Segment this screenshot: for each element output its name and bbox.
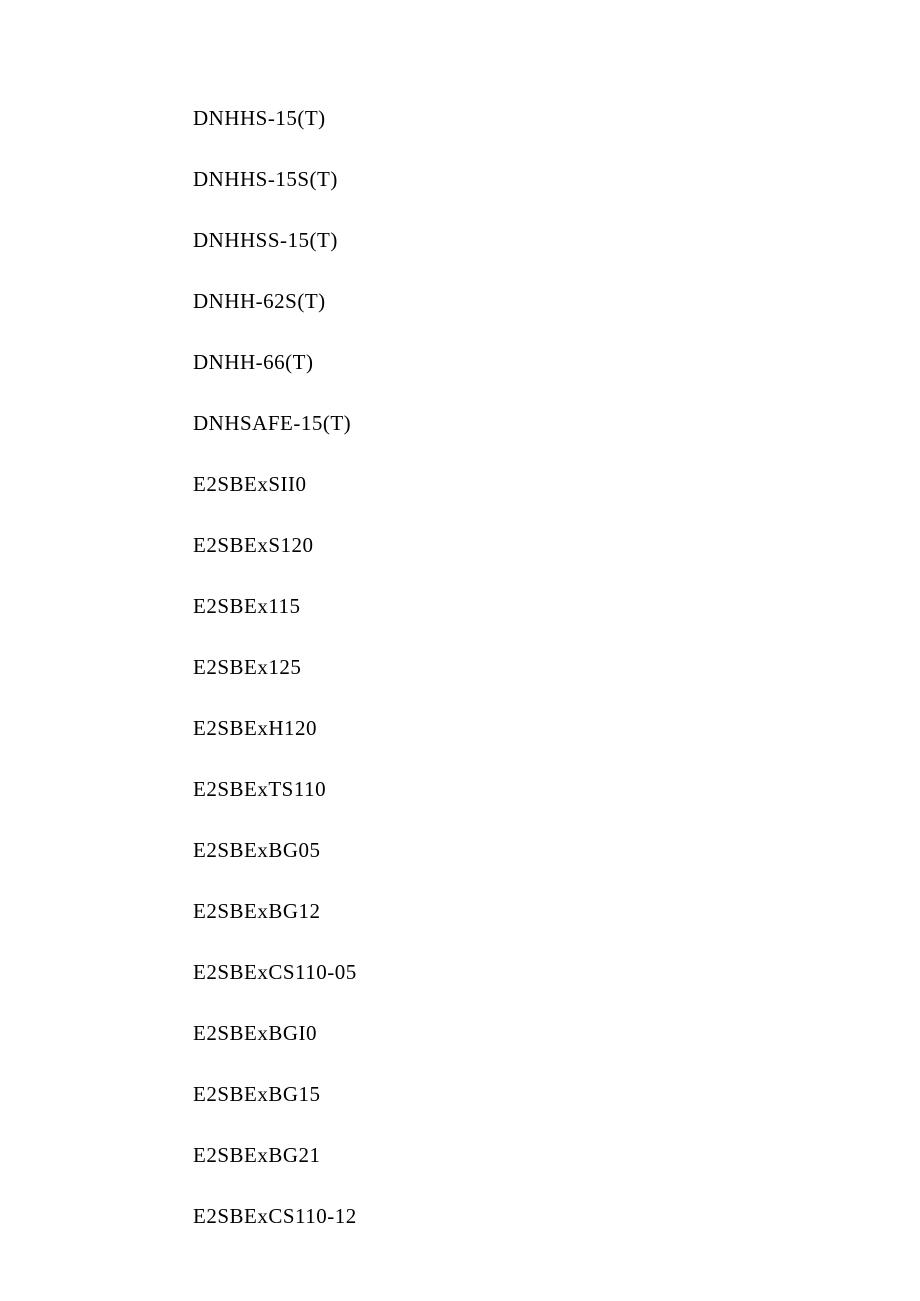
list-item: E2SBExBGI0 <box>193 1023 920 1044</box>
product-list: DNHHS-15(T) DNHHS-15S(T) DNHHSS-15(T) DN… <box>0 0 920 1227</box>
list-item: E2SBExBG05 <box>193 840 920 861</box>
list-item: E2SBExH120 <box>193 718 920 739</box>
list-item: E2SBExTS110 <box>193 779 920 800</box>
list-item: E2SBExSII0 <box>193 474 920 495</box>
list-item: DNHHS-15S(T) <box>193 169 920 190</box>
list-item: DNHH-66(T) <box>193 352 920 373</box>
list-item: DNHHS-15(T) <box>193 108 920 129</box>
list-item: E2SBEx115 <box>193 596 920 617</box>
list-item: DNHSAFE-15(T) <box>193 413 920 434</box>
list-item: E2SBExBG15 <box>193 1084 920 1105</box>
list-item: E2SBExCS110-12 <box>193 1206 920 1227</box>
list-item: E2SBExBG12 <box>193 901 920 922</box>
list-item: E2SBExCS110-05 <box>193 962 920 983</box>
list-item: E2SBExBG21 <box>193 1145 920 1166</box>
list-item: E2SBExS120 <box>193 535 920 556</box>
list-item: E2SBEx125 <box>193 657 920 678</box>
list-item: DNHHSS-15(T) <box>193 230 920 251</box>
list-item: DNHH-62S(T) <box>193 291 920 312</box>
